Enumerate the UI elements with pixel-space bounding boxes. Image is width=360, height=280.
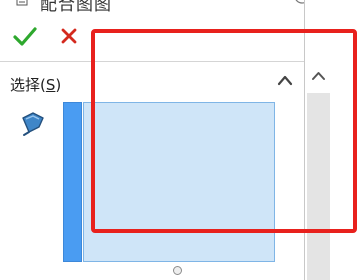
- section-label-shortcut: S: [45, 76, 56, 94]
- checkmark-icon: [13, 27, 37, 46]
- selection-filter-icon: [22, 112, 44, 136]
- selection-section-header[interactable]: 选择(S): [10, 74, 61, 95]
- scrollbar-thumb[interactable]: [307, 93, 330, 280]
- section-label-suffix: ): [55, 76, 62, 94]
- section-label-prefix: 选择(: [10, 76, 46, 94]
- selection-list-accent: [63, 102, 82, 262]
- cancel-close-button[interactable]: [58, 25, 80, 47]
- property-sheet-icon: [16, 0, 28, 6]
- ok-checkmark-button[interactable]: [12, 24, 38, 48]
- help-circle-icon[interactable]: [294, 0, 304, 4]
- selection-list-box[interactable]: [83, 102, 275, 262]
- panel-title-bar: 配合图图: [0, 0, 304, 16]
- property-manager-panel: 配合图图 选择(S): [0, 0, 304, 280]
- chevron-up-icon: [312, 72, 325, 80]
- close-icon: [61, 28, 77, 44]
- actions-divider: [0, 61, 304, 62]
- panel-title: 配合图图: [40, 0, 112, 15]
- chevron-up-icon[interactable]: [277, 74, 293, 86]
- list-resize-handle[interactable]: [173, 266, 182, 275]
- scroll-up-button[interactable]: [305, 64, 332, 88]
